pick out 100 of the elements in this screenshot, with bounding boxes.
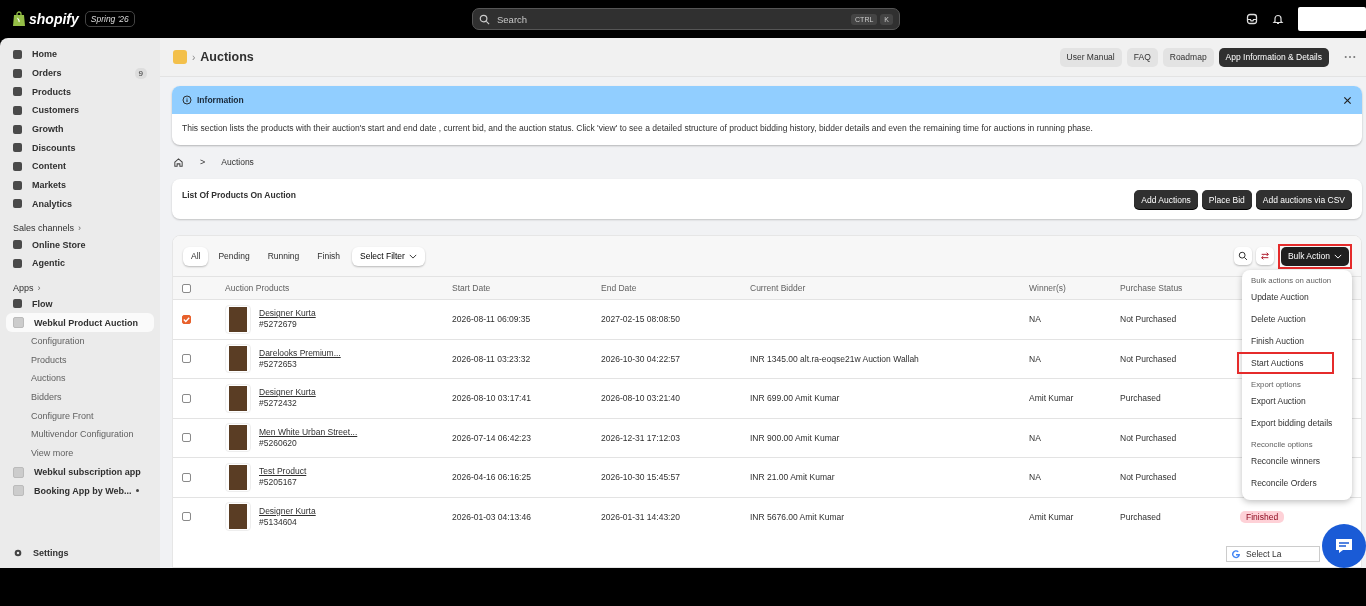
banner-text: This section lists the products with their auction's start and end date , current bid, and the auction status. Click 'view' to see a detailed structure of product bidding history, bidder details and even the remaining time for auctions in running phase.: [181, 122, 1094, 135]
page-title: Auctions: [200, 50, 254, 64]
menu-item[interactable]: Reconcile Orders: [1237, 472, 1334, 494]
menu-item[interactable]: Export bidding details: [1237, 412, 1334, 434]
product-link[interactable]: Designer Kurta: [259, 308, 316, 320]
count-badge: 9: [134, 67, 147, 79]
menu-item[interactable]: Reconcile winners: [1237, 450, 1334, 472]
nav-item[interactable]: Content: [6, 157, 154, 176]
product-id: #5205167: [259, 477, 298, 489]
filter-dropdown[interactable]: Select Filter: [352, 246, 425, 266]
sub-nav-item[interactable]: Configuration: [6, 331, 154, 351]
nav-item[interactable]: Webkul subscription app: [6, 462, 154, 482]
checkbox[interactable]: [182, 354, 191, 364]
nav-item[interactable]: Markets: [6, 175, 154, 195]
product-link[interactable]: Designer Kurta: [259, 387, 316, 399]
nav-item[interactable]: Online Store: [6, 235, 154, 254]
sub-nav-item[interactable]: Multivendor Configuration: [6, 425, 154, 445]
search-input[interactable]: Search: [495, 12, 852, 26]
language-selector[interactable]: Select La: [1226, 546, 1320, 562]
nav-item[interactable]: Webkul Product Auction: [6, 313, 154, 332]
bulk-action-button[interactable]: Bulk Action: [1280, 246, 1349, 266]
action-button[interactable]: Place Bid: [1201, 190, 1252, 209]
section-heading[interactable]: Sales channels: [13, 223, 75, 234]
filter-tab[interactable]: Finish: [309, 246, 348, 266]
search-button[interactable]: [1233, 247, 1252, 265]
product-link[interactable]: Designer Kurta: [259, 505, 316, 517]
column-header: Auction Products: [225, 283, 290, 293]
nav-item[interactable]: Orders 9: [6, 63, 154, 83]
app-icon: [13, 466, 24, 478]
nav-item[interactable]: Products: [6, 82, 154, 102]
table-cell: Not Purchased: [1120, 314, 1177, 325]
table-cell: Not Purchased: [1120, 353, 1177, 364]
header-button[interactable]: User Manual: [1059, 47, 1122, 67]
close-icon[interactable]: [1343, 95, 1352, 105]
sub-nav-item[interactable]: Configure Front: [6, 406, 154, 426]
search-icon: [1237, 251, 1248, 261]
header-button[interactable]: Roadmap: [1162, 47, 1214, 67]
filter-tab[interactable]: Pending: [210, 246, 258, 266]
more-icon[interactable]: [1344, 55, 1356, 59]
nav-item[interactable]: Booking App by Web...: [6, 481, 154, 501]
nav-item[interactable]: Settings: [6, 543, 154, 562]
table-cell: Not Purchased: [1120, 432, 1177, 443]
action-button[interactable]: Add auctions via CSV: [1255, 190, 1352, 209]
section-heading[interactable]: Apps: [13, 282, 34, 293]
table-cell: 2026-07-14 06:42:23: [452, 432, 531, 443]
logo-text: shopify: [29, 11, 79, 27]
table-cell: 2026-08-11 06:09:35: [452, 314, 531, 325]
table-cell: INR 900.00 Amit Kumar: [750, 432, 840, 443]
product-link[interactable]: Darelooks Premium...: [259, 347, 341, 359]
search-icon: [479, 13, 490, 25]
sub-nav-item[interactable]: View more: [6, 444, 154, 463]
filter-tab[interactable]: Running: [259, 246, 308, 266]
table-cell: 2026-10-30 15:45:57: [601, 472, 680, 483]
table-cell: 2027-02-15 08:08:50: [601, 314, 680, 325]
sub-nav-item[interactable]: Bidders: [6, 388, 154, 407]
table-cell: 2026-12-31 17:12:03: [601, 432, 680, 443]
bell-icon[interactable]: [1272, 13, 1284, 25]
menu-item[interactable]: Update Auction: [1237, 286, 1334, 308]
card-title: List Of Products On Auction: [182, 190, 296, 200]
photo-placeholder: [225, 304, 251, 334]
photo-placeholder: [225, 383, 251, 413]
sub-nav-item[interactable]: Auctions: [6, 369, 154, 388]
status-badge: Finished: [1240, 510, 1285, 523]
menu-item[interactable]: Export Auction: [1237, 390, 1334, 412]
nav-item[interactable]: Customers: [6, 101, 154, 120]
breadcrumb-link[interactable]: Auctions: [221, 157, 254, 167]
menu-item[interactable]: Finish Auction: [1237, 330, 1334, 352]
table-cell: 2026-08-11 03:23:32: [452, 353, 531, 364]
app-icon: [13, 317, 24, 329]
checkbox[interactable]: [182, 472, 191, 482]
product-id: #5272432: [259, 398, 298, 410]
checkbox[interactable]: [182, 393, 191, 403]
column-header: End Date: [601, 283, 637, 293]
gear-icon: [13, 547, 23, 558]
header-button[interactable]: FAQ: [1126, 47, 1158, 67]
product-link[interactable]: Men White Urban Street...: [259, 426, 358, 438]
action-button[interactable]: Add Auctions: [1134, 190, 1198, 209]
menu-item[interactable]: Delete Auction: [1237, 308, 1334, 330]
table-cell: Amit Kumar: [1029, 393, 1074, 404]
nav-item[interactable]: Flow: [6, 294, 154, 314]
nav-item[interactable]: Agentic: [6, 253, 154, 273]
swap-arrows-icon: [1259, 251, 1270, 261]
menu-item[interactable]: Start Auctions: [1237, 352, 1334, 374]
nav-item[interactable]: Discounts: [6, 138, 154, 158]
checkbox[interactable]: [182, 283, 191, 293]
checkbox[interactable]: [182, 314, 191, 324]
nav-item[interactable]: Growth: [6, 119, 154, 139]
table-cell: 2026-08-10 03:17:41: [452, 393, 531, 404]
refresh-button[interactable]: [1255, 247, 1274, 265]
header-button[interactable]: App Information & Details: [1218, 47, 1329, 67]
photo-placeholder: [225, 344, 251, 374]
product-link[interactable]: Test Product: [259, 466, 307, 478]
sub-nav-item[interactable]: Products: [6, 350, 154, 370]
nav-item[interactable]: Home: [6, 45, 154, 64]
checkbox[interactable]: [182, 512, 191, 522]
filter-tab[interactable]: All: [183, 246, 209, 266]
table-cell: 2026-08-10 03:21:40: [601, 393, 680, 404]
checkbox[interactable]: [182, 433, 191, 443]
chevron-text: ›: [37, 282, 41, 293]
nav-item[interactable]: Analytics: [6, 194, 154, 214]
